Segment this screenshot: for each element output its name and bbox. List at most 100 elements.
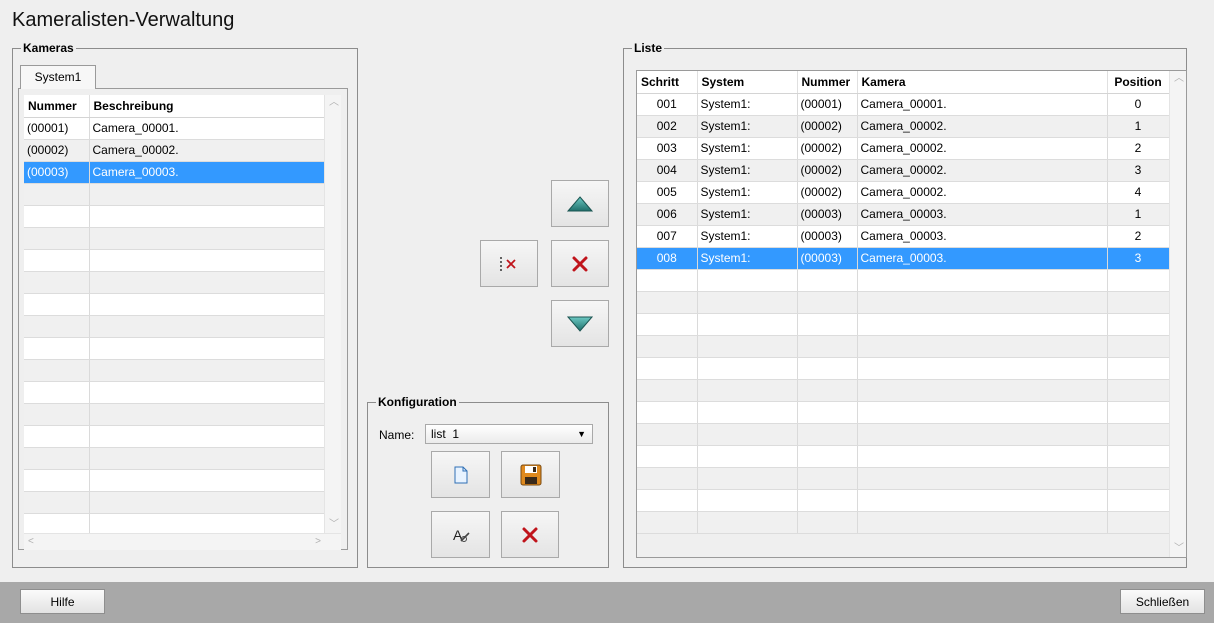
kameras-table-cell: Camera_00002. xyxy=(89,139,325,162)
liste-table-row[interactable]: 002 System1: (00002) Camera_00002. 1 xyxy=(637,115,1170,138)
liste-table-empty-cell xyxy=(697,423,798,446)
liste-table-empty-cell xyxy=(797,335,858,358)
scroll-left-arrow-icon[interactable]: < xyxy=(28,537,34,547)
kameras-table-empty-row xyxy=(24,359,325,382)
scroll-up-arrow-icon[interactable]: ︿ xyxy=(329,98,339,108)
liste-table-empty-cell xyxy=(697,269,798,292)
close-button[interactable]: Schließen xyxy=(1120,589,1205,614)
kameras-table-empty-cell xyxy=(89,513,325,536)
move-down-button[interactable] xyxy=(551,300,609,347)
liste-table-cell: 3 xyxy=(1107,247,1170,270)
kameras-table-empty-row xyxy=(24,381,325,404)
liste-table-cell: System1: xyxy=(697,159,798,182)
liste-table-cell: 002 xyxy=(637,115,698,138)
kameras-table-empty-row xyxy=(24,425,325,448)
liste-table-empty-cell xyxy=(797,313,858,336)
kameras-horizontal-scrollbar[interactable]: < > xyxy=(24,533,341,550)
liste-table-row[interactable]: 005 System1: (00002) Camera_00002. 4 xyxy=(637,181,1170,204)
scroll-down-arrow-icon[interactable]: ﹀ xyxy=(1174,544,1184,554)
liste-table-empty-cell xyxy=(697,467,798,490)
liste-table-empty-cell xyxy=(637,423,698,446)
kameras-table-empty-row xyxy=(24,447,325,470)
kameras-table-row[interactable]: (00001) Camera_00001. xyxy=(24,117,325,140)
liste-table-row[interactable]: 007 System1: (00003) Camera_00003. 2 xyxy=(637,225,1170,248)
kameras-table-empty-cell xyxy=(24,425,90,448)
remove-entry-button[interactable] xyxy=(551,240,609,287)
liste-vertical-scrollbar[interactable]: ︿ ﹀ xyxy=(1169,71,1186,557)
kameras-table-row[interactable]: (00002) Camera_00002. xyxy=(24,139,325,162)
kameras-table-empty-cell xyxy=(89,381,325,404)
liste-table-empty-cell xyxy=(697,511,798,534)
config-name-select[interactable]: list 1 ▼ xyxy=(425,424,593,444)
clear-list-button[interactable] xyxy=(480,240,538,287)
move-up-button[interactable] xyxy=(551,180,609,227)
kameras-col-nummer[interactable]: Nummer xyxy=(24,95,90,118)
kameras-table-empty-cell xyxy=(89,403,325,426)
liste-table-row[interactable]: 004 System1: (00002) Camera_00002. 3 xyxy=(637,159,1170,182)
liste-col-system[interactable]: System xyxy=(697,71,798,94)
scroll-right-arrow-icon[interactable]: > xyxy=(315,537,321,547)
tab-system1[interactable]: System1 xyxy=(20,65,96,89)
liste-col-nummer[interactable]: Nummer xyxy=(797,71,858,94)
new-config-button[interactable] xyxy=(431,451,490,498)
scroll-up-arrow-icon[interactable]: ︿ xyxy=(1174,74,1184,84)
liste-table-cell: System1: xyxy=(697,137,798,160)
liste-col-schritt[interactable]: Schritt xyxy=(637,71,698,94)
liste-table-cell: Camera_00002. xyxy=(857,181,1108,204)
liste-table-empty-cell xyxy=(637,335,698,358)
help-button[interactable]: Hilfe xyxy=(20,589,105,614)
liste-table-cell: 2 xyxy=(1107,137,1170,160)
kameras-table-empty-cell xyxy=(89,337,325,360)
liste-table-cell: Camera_00003. xyxy=(857,247,1108,270)
red-x-icon xyxy=(522,527,538,542)
liste-table-empty-cell xyxy=(1107,511,1170,534)
kameras-vertical-scrollbar[interactable]: ︿ ﹀ xyxy=(324,95,341,533)
kameras-table-empty-cell xyxy=(89,447,325,470)
liste-table-body: 001 System1: (00001) Camera_00001. 0 002 Syste… xyxy=(637,93,1170,534)
liste-table-cell: Camera_00002. xyxy=(857,159,1108,182)
liste-col-position[interactable]: Position xyxy=(1107,71,1170,94)
delete-config-button[interactable] xyxy=(501,511,559,558)
kameras-table-empty-cell xyxy=(24,491,90,514)
kameras-table-empty-cell xyxy=(89,425,325,448)
liste-table-empty-cell xyxy=(697,379,798,402)
kameras-table-empty-cell xyxy=(24,403,90,426)
kameras-table-row[interactable]: (00003) Camera_00003. xyxy=(24,161,325,184)
footer-bar: Hilfe Schließen xyxy=(0,582,1214,623)
save-disk-icon xyxy=(520,464,541,485)
dotted-x-icon xyxy=(500,256,516,271)
red-x-icon xyxy=(572,256,588,271)
liste-table-row[interactable]: 008 System1: (00003) Camera_00003. 3 xyxy=(637,247,1170,270)
liste-table-row[interactable]: 001 System1: (00001) Camera_00001. 0 xyxy=(637,93,1170,116)
liste-table-empty-row xyxy=(637,313,1170,336)
kameras-table-empty-row xyxy=(24,227,325,250)
liste-table-empty-cell xyxy=(1107,269,1170,292)
kameras-table-empty-cell xyxy=(24,337,90,360)
liste-table-row[interactable]: 003 System1: (00002) Camera_00002. 2 xyxy=(637,137,1170,160)
liste-col-kamera[interactable]: Kamera xyxy=(857,71,1108,94)
scroll-down-arrow-icon[interactable]: ﹀ xyxy=(329,520,339,530)
liste-table-empty-cell xyxy=(1107,335,1170,358)
liste-table-empty-cell xyxy=(857,379,1108,402)
liste-table-empty-cell xyxy=(797,357,858,380)
rename-config-button[interactable]: A xyxy=(431,511,490,558)
new-document-icon xyxy=(454,466,467,483)
liste-table-row[interactable]: 006 System1: (00003) Camera_00003. 1 xyxy=(637,203,1170,226)
kameras-table-empty-cell xyxy=(24,381,90,404)
liste-table-empty-cell xyxy=(637,313,698,336)
kameras-col-beschreibung[interactable]: Beschreibung xyxy=(89,95,325,118)
liste-table-empty-cell xyxy=(637,357,698,380)
kameras-table-empty-cell xyxy=(89,315,325,338)
liste-table-empty-cell xyxy=(637,401,698,424)
liste-table-cell: System1: xyxy=(697,181,798,204)
liste-table-cell: 006 xyxy=(637,203,698,226)
kameras-table-empty-cell xyxy=(89,205,325,228)
liste-table-empty-cell xyxy=(637,445,698,468)
kameras-table-empty-cell xyxy=(24,183,90,206)
liste-table-empty-cell xyxy=(857,511,1108,534)
save-config-button[interactable] xyxy=(501,451,560,498)
liste-table-cell: 1 xyxy=(1107,203,1170,226)
liste-header-row: Schritt System Nummer Kamera Position xyxy=(637,71,1170,94)
kameras-table-empty-cell xyxy=(24,359,90,382)
kameras-table-empty-row xyxy=(24,403,325,426)
